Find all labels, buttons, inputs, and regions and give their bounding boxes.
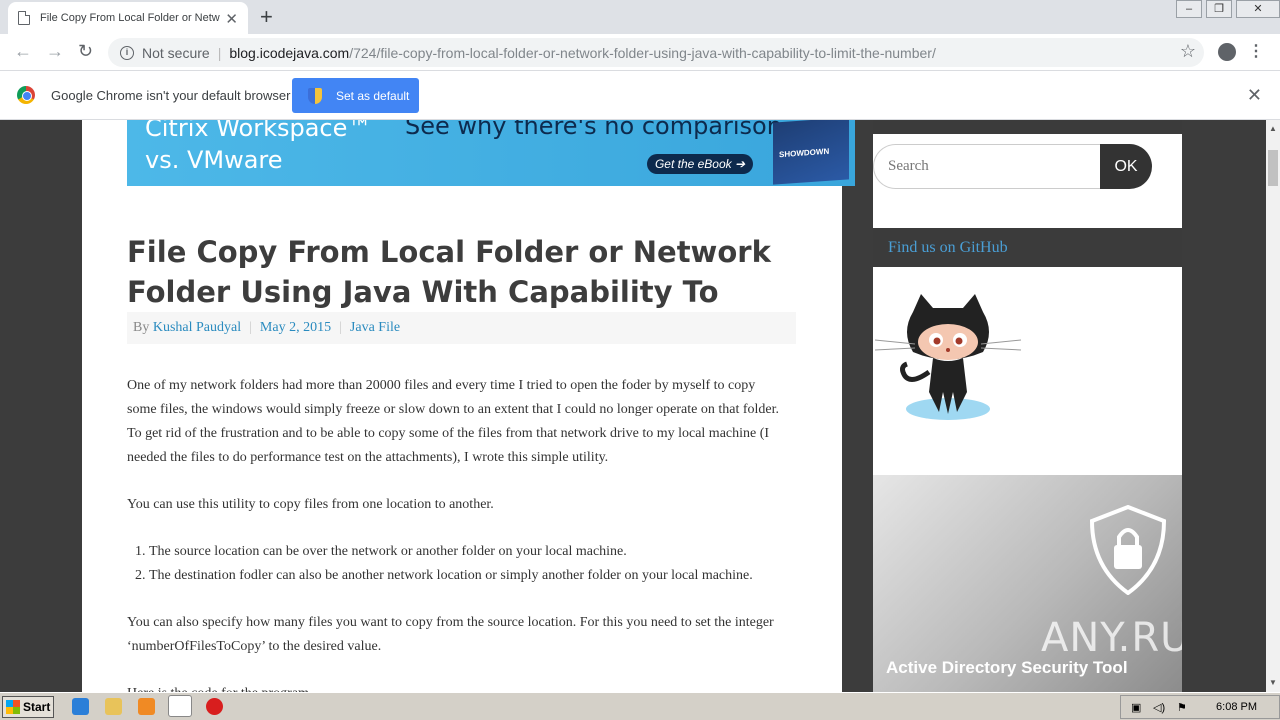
date-link[interactable]: May 2, 2015 — [260, 320, 331, 336]
banner-line-2: vs. VMware — [145, 146, 283, 174]
info-icon[interactable]: i — [120, 45, 134, 60]
back-icon[interactable]: ← — [14, 41, 32, 62]
by-label: By — [133, 320, 150, 335]
ebook-cover: SHOWDOWN — [773, 120, 849, 185]
default-browser-infobar: Google Chrome isn't your default browser… — [0, 71, 1280, 120]
new-tab-icon[interactable]: + — [260, 4, 273, 30]
scroll-thumb[interactable] — [1268, 150, 1278, 186]
set-as-default-button[interactable]: Set as default — [292, 78, 419, 113]
uac-shield-icon — [308, 87, 322, 104]
sidebar: Search OK Find us on GitHub ANY.RU Activ… — [873, 120, 1182, 692]
post-body: One of my network folders had more than … — [127, 374, 787, 692]
sidebar-header-bar — [873, 120, 1182, 134]
github-heading[interactable]: Find us on GitHub — [873, 228, 1182, 267]
network-icon[interactable]: ▣ — [1131, 701, 1141, 714]
explorer-icon[interactable] — [105, 698, 122, 715]
divider: | — [249, 320, 252, 335]
window-controls: – ❐ ✕ — [1172, 0, 1280, 18]
set-as-default-label: Set as default — [336, 88, 410, 103]
web-page: Citrix Workspace™ vs. VMware See why the… — [0, 120, 1266, 692]
infobar-close-icon[interactable]: ✕ — [1247, 85, 1262, 106]
screen: File Copy From Local Folder or Network F… — [0, 0, 1280, 720]
banner-left-text: Citrix Workspace™ vs. VMware — [145, 120, 371, 176]
start-button[interactable]: Start — [2, 696, 54, 718]
sidebar-ad[interactable]: ANY.RUN Active Directory Security Tool — [873, 475, 1182, 692]
tab-title: File Copy From Local Folder or Network F… — [40, 12, 220, 24]
active-tab[interactable]: File Copy From Local Folder or Network F… — [8, 2, 248, 34]
banner-line-1: Citrix Workspace™ — [145, 120, 372, 142]
ad-title: Active Directory Security Tool — [886, 658, 1128, 677]
tab-strip: File Copy From Local Folder or Network F… — [0, 0, 1280, 34]
security-lock-icon — [1089, 505, 1167, 595]
restore-icon[interactable]: ❐ — [1206, 0, 1232, 18]
security-label: Not secure — [142, 44, 210, 61]
volume-icon[interactable]: ◁) — [1153, 701, 1165, 714]
paragraph: One of my network folders had more than … — [127, 378, 780, 465]
ie-icon[interactable] — [72, 698, 89, 715]
browser-toolbar: ← → ↻ i Not secure | blog.icodejava.com /… — [0, 34, 1280, 71]
paragraph: You can use this utility to copy files f… — [127, 497, 494, 512]
forward-icon[interactable]: → — [46, 41, 64, 62]
author-link[interactable]: Kushal Paudyal — [153, 320, 241, 336]
chrome-taskbar-button[interactable] — [168, 695, 192, 717]
divider: | — [217, 44, 222, 61]
windows-flag-icon — [6, 700, 20, 714]
get-ebook-button[interactable]: Get the eBook ➔ — [647, 154, 753, 174]
window-close-icon[interactable]: ✕ — [1236, 0, 1280, 18]
page-icon — [18, 11, 30, 25]
chrome-logo-icon — [17, 86, 35, 104]
main-content: Citrix Workspace™ vs. VMware See why the… — [82, 120, 855, 692]
category-link[interactable]: Java File — [350, 320, 400, 336]
scroll-down-icon[interactable]: ▼ — [1269, 678, 1277, 687]
bookmark-star-icon[interactable]: ☆ — [1180, 41, 1196, 62]
ad-banner[interactable]: Citrix Workspace™ vs. VMware See why the… — [127, 120, 855, 186]
list-item: The destination fodler can also be anoth… — [149, 564, 787, 588]
paragraph: You can also specify how many files you … — [127, 615, 774, 654]
address-bar[interactable]: i Not secure | blog.icodejava.com/724/fi… — [108, 38, 1204, 67]
antivirus-icon[interactable] — [206, 698, 223, 715]
infobar-message: Google Chrome isn't your default browser — [51, 87, 291, 103]
banner-headline: See why there's no comparison. — [405, 120, 790, 140]
utility-list: The source location can be over the netw… — [149, 540, 787, 588]
start-label: Start — [23, 700, 51, 714]
flag-icon[interactable]: ⚑ — [1177, 701, 1187, 714]
system-tray: ▣ ◁) ⚑ 6:08 PM — [1120, 695, 1280, 719]
minimize-icon[interactable]: – — [1176, 0, 1202, 18]
list-item: The source location can be over the netw… — [149, 540, 787, 564]
watermark-text: ANY.RUN — [1041, 615, 1182, 661]
octocat-icon[interactable] — [873, 292, 1023, 427]
url-host: blog.icodejava.com — [229, 44, 350, 61]
clock: 6:08 PM — [1216, 701, 1257, 713]
divider: | — [339, 320, 342, 335]
reload-icon[interactable]: ↻ — [78, 41, 93, 62]
media-player-icon[interactable] — [138, 698, 155, 715]
profile-icon[interactable] — [1218, 43, 1236, 61]
search-ok-button[interactable]: OK — [1100, 144, 1152, 189]
post-meta: By Kushal Paudyal | May 2, 2015 | Java F… — [127, 312, 796, 344]
taskbar: Start ▣ ◁) ⚑ 6:08 PM — [0, 692, 1280, 720]
scroll-up-icon[interactable]: ▲ — [1269, 124, 1277, 133]
search-input[interactable]: Search — [873, 144, 1101, 189]
menu-kebab-icon[interactable]: ⋮ — [1248, 41, 1264, 61]
paragraph: Here is the code for the program. — [127, 682, 787, 692]
url-path: /724/file-copy-from-local-folder-or-netw… — [349, 44, 936, 61]
tab-close-icon[interactable]: ✕ — [225, 10, 238, 28]
page-scrollbar[interactable]: ▲ ▼ — [1266, 120, 1280, 692]
